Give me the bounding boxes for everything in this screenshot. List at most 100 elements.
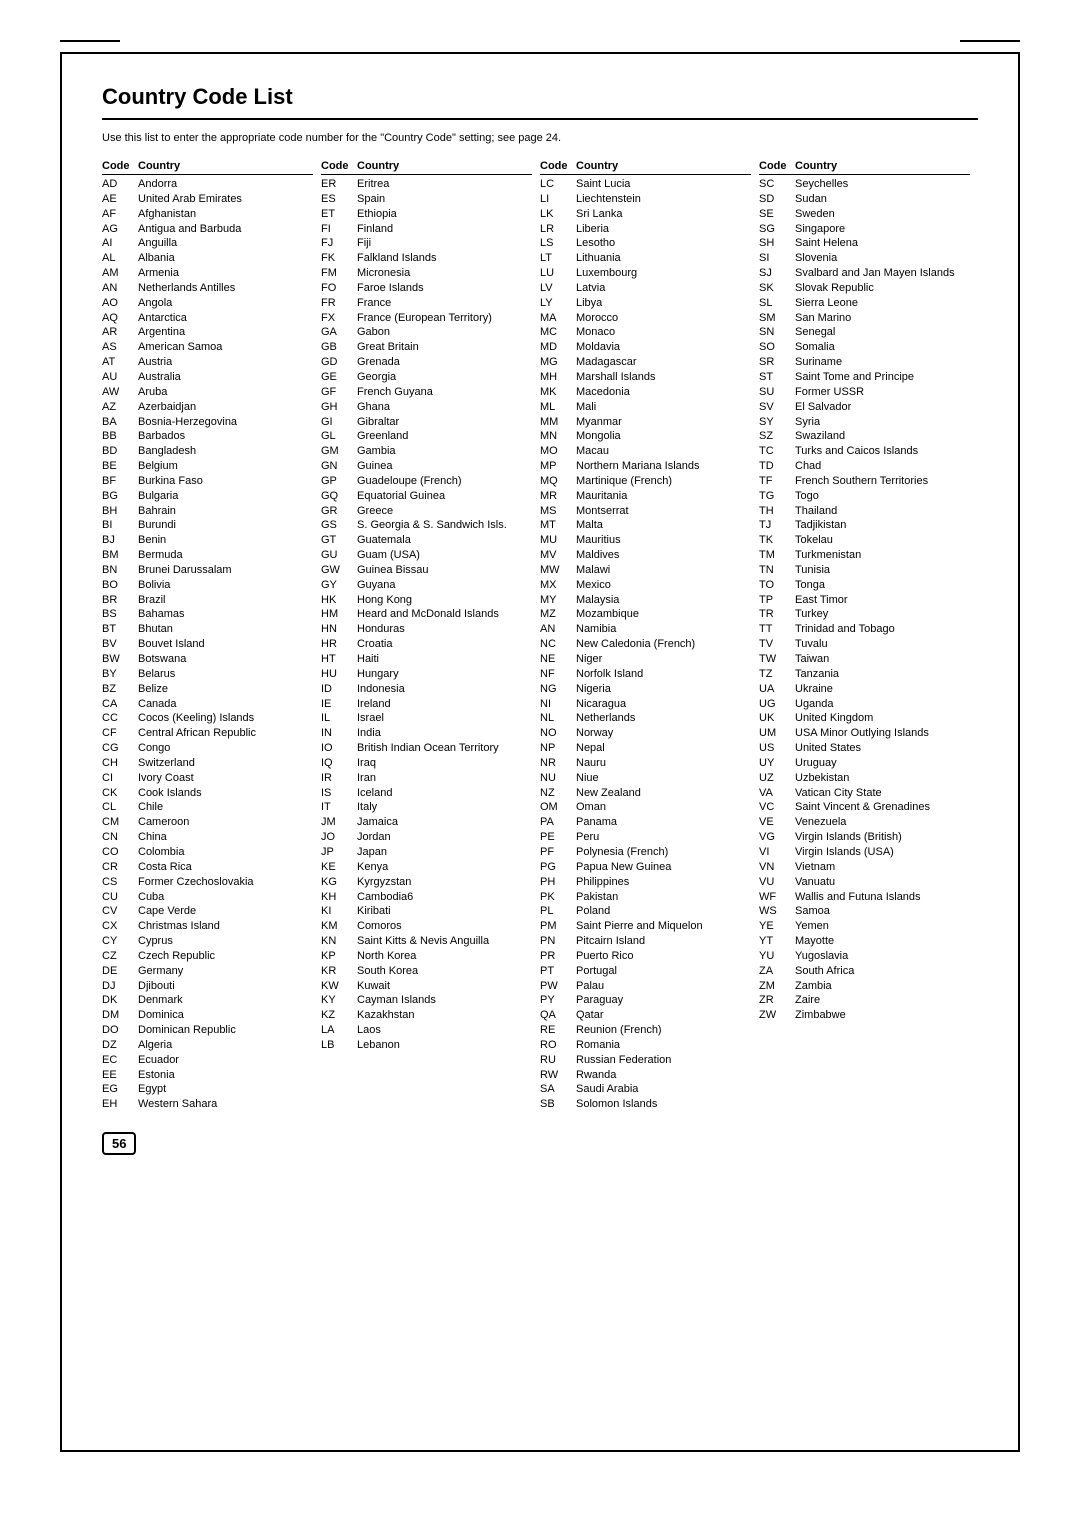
table-row: MSMontserrat — [540, 504, 751, 519]
country-name: Gambia — [357, 444, 532, 459]
country-code: RE — [540, 1023, 572, 1038]
country-code: MM — [540, 415, 572, 430]
country-name: Uruguay — [795, 756, 970, 771]
country-code: GQ — [321, 489, 353, 504]
table-row: WFWallis and Futuna Islands — [759, 890, 970, 905]
country-name: Cambodia6 — [357, 890, 532, 905]
table-row: BZBelize — [102, 682, 313, 697]
country-code: SC — [759, 177, 791, 192]
country-name: Australia — [138, 370, 313, 385]
country-name: Vanuatu — [795, 875, 970, 890]
country-name: Guatemala — [357, 533, 532, 548]
table-row: ILIsrael — [321, 711, 532, 726]
country-code: UZ — [759, 771, 791, 786]
table-row: NGNigeria — [540, 682, 751, 697]
country-name: Samoa — [795, 904, 970, 919]
country-code: MH — [540, 370, 572, 385]
table-row: NRNauru — [540, 756, 751, 771]
country-code: WS — [759, 904, 791, 919]
table-row: VAVatican City State — [759, 786, 970, 801]
country-code: PN — [540, 934, 572, 949]
table-row: MHMarshall Islands — [540, 370, 751, 385]
country-name: Papua New Guinea — [576, 860, 751, 875]
country-name: Mauritius — [576, 533, 751, 548]
country-code: KH — [321, 890, 353, 905]
country-name: Colombia — [138, 845, 313, 860]
country-code: LK — [540, 207, 572, 222]
country-code: CA — [102, 697, 134, 712]
country-code: BF — [102, 474, 134, 489]
country-code: IT — [321, 800, 353, 815]
country-code: CL — [102, 800, 134, 815]
country-code: LA — [321, 1023, 353, 1038]
table-row: NPNepal — [540, 741, 751, 756]
country-name: Cameroon — [138, 815, 313, 830]
table-row: VIVirgin Islands (USA) — [759, 845, 970, 860]
country-name: Iraq — [357, 756, 532, 771]
table-row: SBSolomon Islands — [540, 1097, 751, 1112]
country-name: Uzbekistan — [795, 771, 970, 786]
country-name: Bermuda — [138, 548, 313, 563]
country-code: BT — [102, 622, 134, 637]
table-row: RORomania — [540, 1038, 751, 1053]
country-name: Netherlands — [576, 711, 751, 726]
table-row: UYUruguay — [759, 756, 970, 771]
country-name: Georgia — [357, 370, 532, 385]
country-name: New Caledonia (French) — [576, 637, 751, 652]
country-code: BA — [102, 415, 134, 430]
table-row: ZASouth Africa — [759, 964, 970, 979]
table-row: LCSaint Lucia — [540, 177, 751, 192]
table-row: CACanada — [102, 697, 313, 712]
country-name: Belgium — [138, 459, 313, 474]
table-row: FOFaroe Islands — [321, 281, 532, 296]
table-row: BOBolivia — [102, 578, 313, 593]
country-code: CR — [102, 860, 134, 875]
country-code: TF — [759, 474, 791, 489]
country-name: Niger — [576, 652, 751, 667]
country-name: Guinea Bissau — [357, 563, 532, 578]
table-row: CCCocos (Keeling) Islands — [102, 711, 313, 726]
table-row: MRMauritania — [540, 489, 751, 504]
country-code: BO — [102, 578, 134, 593]
table-row: BRBrazil — [102, 593, 313, 608]
code-column-header: Code — [759, 160, 791, 172]
country-code: AZ — [102, 400, 134, 415]
country-code: BD — [102, 444, 134, 459]
table-row: USUnited States — [759, 741, 970, 756]
table-row: PRPuerto Rico — [540, 949, 751, 964]
table-row: SASaudi Arabia — [540, 1082, 751, 1097]
table-row: BABosnia-Herzegovina — [102, 415, 313, 430]
table-row: PFPolynesia (French) — [540, 845, 751, 860]
table-row: OMOman — [540, 800, 751, 815]
table-row: GNGuinea — [321, 459, 532, 474]
country-code: CZ — [102, 949, 134, 964]
country-code: PK — [540, 890, 572, 905]
country-name: Hungary — [357, 667, 532, 682]
table-row: CXChristmas Island — [102, 919, 313, 934]
country-code: AT — [102, 355, 134, 370]
country-name: Azerbaidjan — [138, 400, 313, 415]
country-code: TG — [759, 489, 791, 504]
country-column-header: Country — [357, 160, 532, 172]
country-name: Virgin Islands (British) — [795, 830, 970, 845]
country-code: CX — [102, 919, 134, 934]
country-name: S. Georgia & S. Sandwich Isls. — [357, 518, 532, 533]
country-code: CC — [102, 711, 134, 726]
country-code: GI — [321, 415, 353, 430]
table-row: ZRZaire — [759, 993, 970, 1008]
country-name: Malta — [576, 518, 751, 533]
country-code: SD — [759, 192, 791, 207]
country-name: Saint Helena — [795, 236, 970, 251]
country-name: Grenada — [357, 355, 532, 370]
table-row: HTHaiti — [321, 652, 532, 667]
country-name: Chad — [795, 459, 970, 474]
country-name: Italy — [357, 800, 532, 815]
country-name: British Indian Ocean Territory — [357, 741, 532, 756]
table-row: MMMyanmar — [540, 415, 751, 430]
country-code: NP — [540, 741, 572, 756]
country-code: MU — [540, 533, 572, 548]
table-row: AUAustralia — [102, 370, 313, 385]
table-row: LILiechtenstein — [540, 192, 751, 207]
country-name: Thailand — [795, 504, 970, 519]
country-code: CO — [102, 845, 134, 860]
